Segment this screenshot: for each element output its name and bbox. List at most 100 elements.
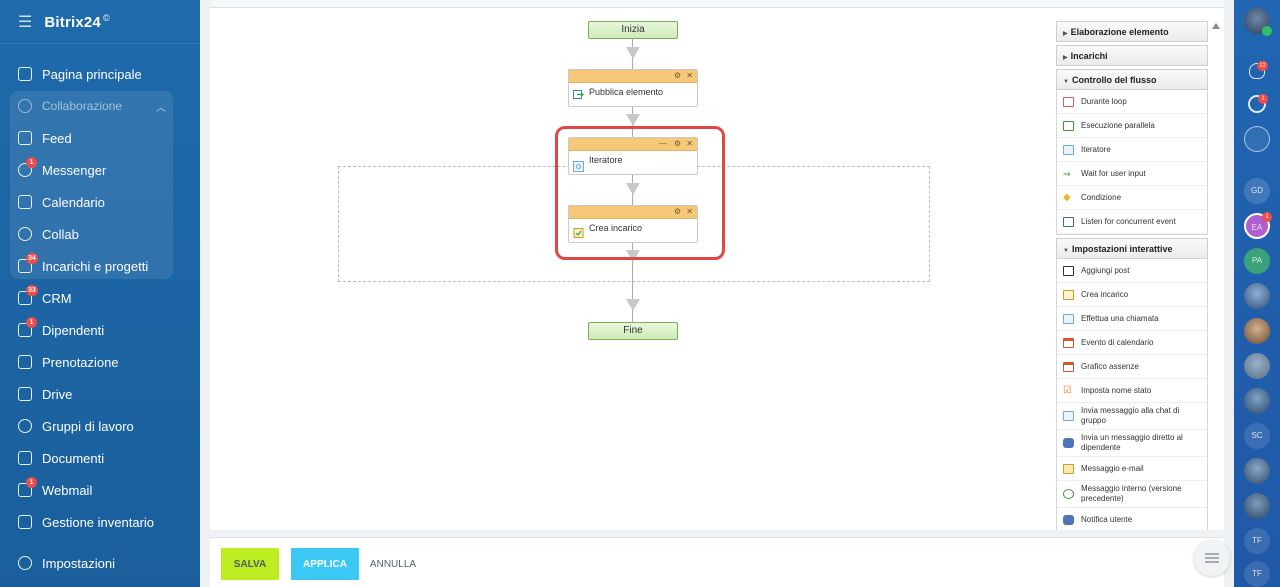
sidebar-item-booking[interactable]: Prenotazione: [0, 346, 200, 378]
panel-section-flow-control[interactable]: ▼ Controllo del flusso: [1056, 69, 1208, 90]
avatar-gd[interactable]: GD: [1244, 178, 1270, 204]
panel-item-create-task[interactable]: Crea incarico: [1057, 283, 1207, 307]
crm-badge: 33: [26, 285, 38, 296]
menu-lines-icon[interactable]: [1194, 540, 1230, 576]
avatar-tf[interactable]: TF: [1244, 561, 1270, 587]
collaboration-icon: [18, 99, 32, 113]
avatar-tf[interactable]: TF: [1244, 528, 1270, 554]
panel-item-notify-user[interactable]: Notifica utente: [1057, 508, 1207, 530]
settings-icon[interactable]: ⚙: [674, 71, 681, 81]
panel-section-title: Incarichi: [1070, 51, 1108, 61]
sidebar-item-inventory[interactable]: Gestione inventario: [0, 506, 200, 538]
panel-section-element-processing[interactable]: ▶ Elaborazione elemento: [1056, 21, 1208, 42]
panel-item-parallel[interactable]: Esecuzione parallela: [1057, 114, 1207, 138]
panel-item-set-status[interactable]: ☑ Imposta nome stato: [1057, 379, 1207, 403]
menu-burger-icon[interactable]: ☰: [18, 12, 32, 32]
avatar-ea[interactable]: EA 1: [1244, 212, 1272, 239]
end-block[interactable]: Fine: [588, 322, 678, 340]
save-button[interactable]: SALVA: [221, 548, 279, 580]
main-area: Inizia ⚙ ✕ Pubblica elemento — ⚙ ✕ Itera…: [200, 0, 1234, 587]
panel-item-email[interactable]: Messaggio e-mail: [1057, 457, 1207, 481]
sidebar-item-workgroups[interactable]: Gruppi di lavoro: [0, 410, 200, 442]
panel-section-tasks[interactable]: ▶ Incarichi: [1056, 45, 1208, 66]
sidebar-item-documents[interactable]: Documenti: [0, 442, 200, 474]
close-icon[interactable]: ✕: [686, 71, 693, 81]
panel-list-flow-control: Durante loop Esecuzione parallela Iterat…: [1056, 90, 1208, 235]
user-avatar[interactable]: [1244, 8, 1272, 36]
sidebar-item-crm[interactable]: 33 CRM: [0, 282, 200, 314]
calendar-icon: [18, 195, 32, 209]
avatar-photo[interactable]: [1244, 353, 1270, 379]
sidebar-item-collaboration[interactable]: Collaborazione ︿: [0, 90, 200, 122]
cancel-button[interactable]: ANNULLA: [363, 548, 423, 580]
drive-icon: [18, 387, 32, 401]
right-panel: 12 1 GD EA 1 PA SC TF TF: [1234, 0, 1280, 587]
sidebar-item-label: Collab: [42, 226, 79, 242]
sidebar-item-label: Gruppi di lavoro: [42, 418, 134, 434]
sidebar-item-label: CRM: [42, 290, 72, 306]
panel-section-interactive[interactable]: ▼ Impostazioni interattive: [1056, 238, 1208, 259]
absence-chart-icon: [1063, 361, 1074, 372]
panel-item-condition[interactable]: ◆ Condizione: [1057, 186, 1207, 210]
panel-item-while-loop[interactable]: Durante loop: [1057, 90, 1207, 114]
search-chat-icon[interactable]: [1244, 126, 1270, 152]
sidebar-nav: Pagina principale Collaborazione ︿ Feed …: [0, 58, 200, 538]
avatar-photo[interactable]: [1244, 388, 1270, 414]
panel-item-direct-message[interactable]: Invia un messaggio diretto al dipendente: [1057, 430, 1207, 457]
bottom-action-bar: SALVA APPLICA ANNULLA: [210, 537, 1224, 587]
employees-badge: 1: [26, 317, 37, 328]
sidebar-item-feed[interactable]: Feed: [0, 122, 200, 154]
activity-header: ⚙ ✕: [569, 70, 697, 83]
avatar-sc[interactable]: SC: [1244, 423, 1270, 449]
booking-icon: [18, 355, 32, 369]
sidebar-item-calendar[interactable]: Calendario: [0, 186, 200, 218]
panel-item-make-call[interactable]: Effettua una chiamata: [1057, 307, 1207, 331]
pulse-icon[interactable]: 1: [1248, 94, 1268, 113]
panel-item-label: Effettua una chiamata: [1081, 313, 1159, 323]
sidebar-item-home[interactable]: Pagina principale: [0, 58, 200, 90]
connector-arrow[interactable]: [626, 299, 640, 311]
activity-block-publish[interactable]: ⚙ ✕ Pubblica elemento: [568, 69, 698, 107]
sidebar-item-drive[interactable]: Drive: [0, 378, 200, 410]
publish-icon: [573, 90, 584, 99]
panel-item-group-chat[interactable]: Invia messaggio alla chat di gruppo: [1057, 403, 1207, 430]
sidebar-item-label: Impostazioni: [42, 555, 115, 571]
avatar-photo[interactable]: [1244, 318, 1270, 344]
avatar-photo[interactable]: [1244, 458, 1270, 484]
connector-arrow[interactable]: [626, 114, 640, 126]
panel-scrollbar[interactable]: [1210, 21, 1224, 530]
panel-item-iterator[interactable]: Iteratore: [1057, 138, 1207, 162]
start-label: Inizia: [621, 24, 645, 35]
apply-button[interactable]: APPLICA: [291, 548, 359, 580]
sidebar-item-label: Incarichi e progetti: [42, 258, 149, 274]
panel-item-wait-user-input[interactable]: ⇒ Wait for user input: [1057, 162, 1207, 186]
sidebar-item-collab[interactable]: Collab: [0, 218, 200, 250]
panel-item-label: Esecuzione parallela: [1081, 120, 1155, 130]
avatar-photo[interactable]: [1244, 283, 1270, 309]
sidebar-item-webmail[interactable]: 1 Webmail: [0, 474, 200, 506]
connector-arrow[interactable]: [626, 47, 640, 59]
sidebar-item-label: Gestione inventario: [42, 514, 155, 530]
avatar-pa[interactable]: PA: [1244, 248, 1270, 274]
panel-item-add-post[interactable]: Aggiungi post: [1057, 259, 1207, 283]
panel-item-label: Notifica utente: [1081, 514, 1133, 524]
scroll-up-icon[interactable]: [1212, 23, 1220, 29]
sidebar-item-employees[interactable]: 1 Dipendenti: [0, 314, 200, 346]
brand-logo[interactable]: Bitrix24 ©: [44, 13, 109, 31]
panel-item-absence-chart[interactable]: Grafico assenze: [1057, 355, 1207, 379]
panel-item-internal-message[interactable]: Messaggio interno (versione precedente): [1057, 481, 1207, 508]
sidebar-item-label: Collaborazione: [42, 99, 123, 113]
calendar-icon: [1063, 337, 1074, 348]
sidebar-item-label: Dipendenti: [42, 322, 105, 338]
workgroups-icon: [18, 419, 32, 433]
start-block[interactable]: Inizia: [588, 21, 678, 39]
sidebar-item-settings[interactable]: Impostazioni: [0, 547, 200, 579]
avatar-photo[interactable]: [1244, 493, 1270, 519]
notify-icon: [1063, 514, 1074, 525]
panel-item-calendar-event[interactable]: Evento di calendario: [1057, 331, 1207, 355]
panel-item-listen-event[interactable]: Listen for concurrent event: [1057, 210, 1207, 234]
chevron-up-icon[interactable]: ︿: [156, 99, 166, 114]
notifications-bell-icon[interactable]: 12: [1249, 61, 1268, 79]
sidebar-item-messenger[interactable]: 1 Messenger: [0, 154, 200, 186]
sidebar-item-tasks[interactable]: 34 Incarichi e progetti: [0, 250, 200, 282]
